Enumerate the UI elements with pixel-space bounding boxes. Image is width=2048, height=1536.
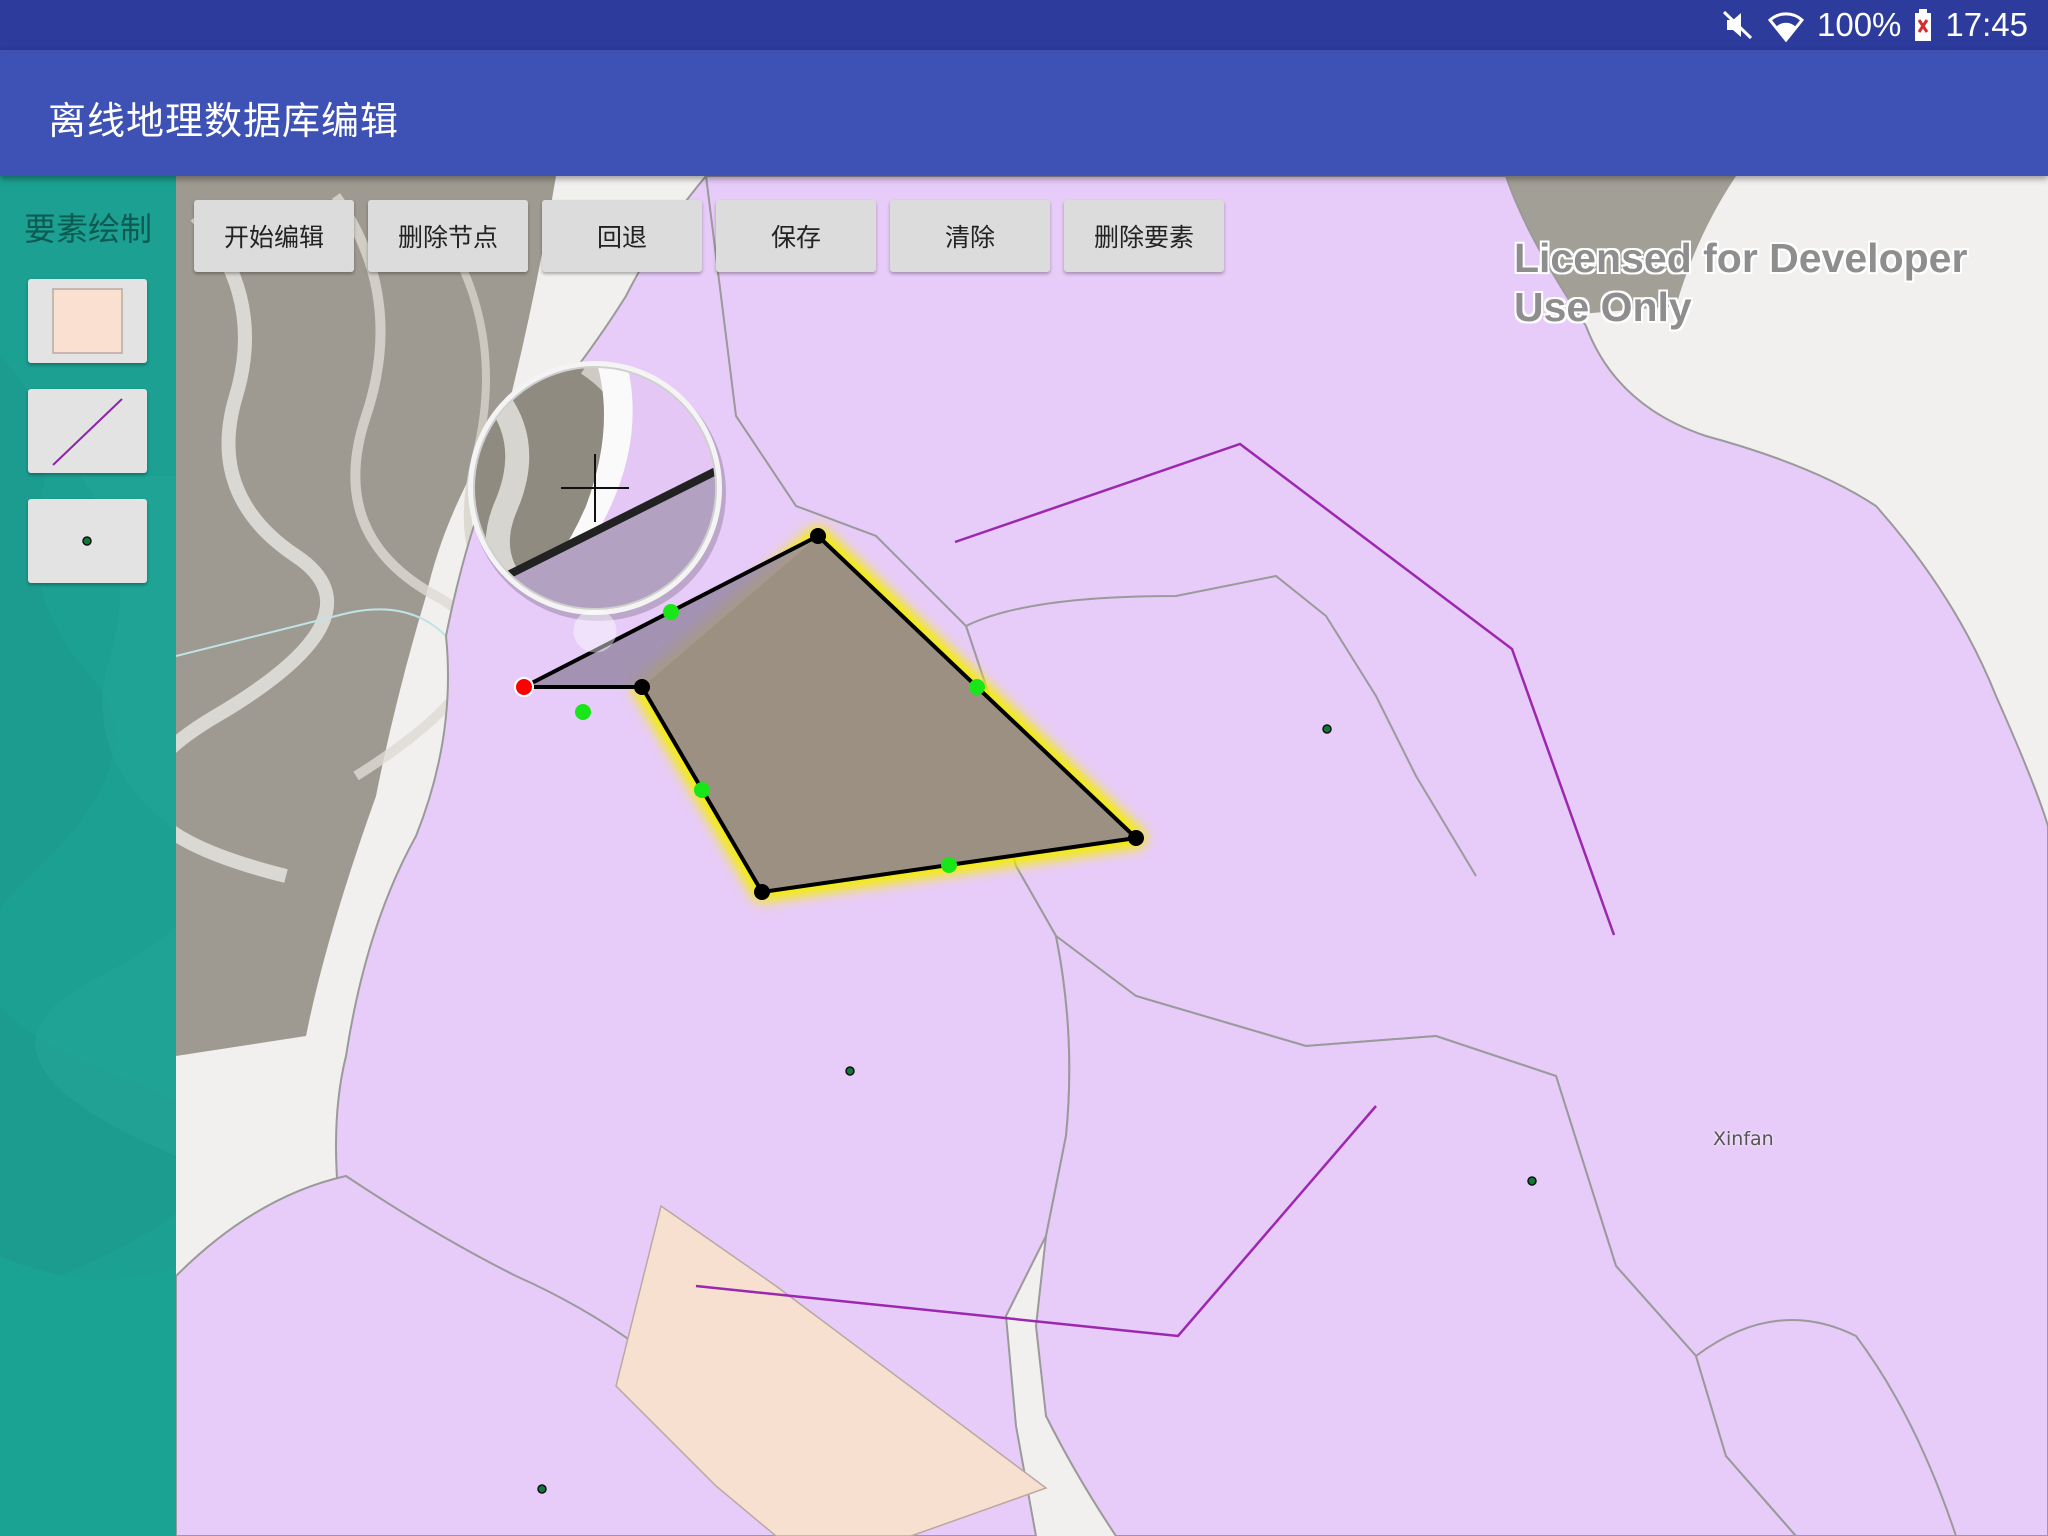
point-feature[interactable]: [845, 1066, 855, 1076]
polygon-icon: [52, 288, 123, 354]
edit-toolbar: 开始编辑 删除节点 回退 保存 清除 删除要素: [194, 200, 1224, 272]
polygon-tool-button[interactable]: [28, 279, 147, 363]
clear-button[interactable]: 清除: [890, 200, 1050, 272]
save-button[interactable]: 保存: [716, 200, 876, 272]
place-label: Xinfan: [1713, 1128, 1774, 1150]
selected-vertex[interactable]: [514, 677, 534, 697]
clock: 17:45: [1945, 6, 2028, 43]
undo-button[interactable]: 回退: [542, 200, 702, 272]
sketch-midpoint[interactable]: [663, 604, 679, 620]
status-bar: 100% 17:45: [0, 0, 2048, 50]
app-bar: 离线地理数据库编辑: [0, 50, 2048, 176]
map-view[interactable]: 开始编辑 删除节点 回退 保存 清除 删除要素 Licensed for Dev…: [176, 176, 2048, 1536]
battery-icon: [1913, 8, 1933, 42]
sketch-vertex[interactable]: [810, 528, 826, 544]
magnifier-handle: [573, 609, 617, 653]
point-feature[interactable]: [537, 1484, 547, 1494]
license-watermark: Licensed for Developer Use Only: [1514, 234, 1967, 332]
map-canvas[interactable]: [176, 176, 2048, 1536]
panel-title: 要素绘制: [23, 210, 152, 248]
wifi-icon: [1767, 8, 1805, 42]
sketch-vertex[interactable]: [754, 884, 770, 900]
sketch-midpoint[interactable]: [694, 782, 710, 798]
start-edit-button[interactable]: 开始编辑: [194, 200, 354, 272]
sketch-vertex[interactable]: [1128, 830, 1144, 846]
point-icon: [82, 536, 92, 546]
sketch-vertex[interactable]: [634, 679, 650, 695]
status-icons: 100% 17:45: [1721, 0, 2028, 50]
line-tool-button[interactable]: [28, 389, 147, 473]
sketch-midpoint[interactable]: [941, 857, 957, 873]
watermark-line: Use Only: [1514, 284, 1692, 330]
watermark-line: Licensed for Developer: [1514, 235, 1968, 281]
mute-icon: [1721, 8, 1755, 42]
point-feature[interactable]: [1322, 724, 1332, 734]
app-title: 离线地理数据库编辑: [48, 99, 400, 143]
sketch-midpoint[interactable]: [575, 704, 591, 720]
delete-vertex-button[interactable]: 删除节点: [368, 200, 528, 272]
panel-texture: [0, 356, 176, 1536]
sketch-midpoint[interactable]: [969, 679, 985, 695]
point-feature[interactable]: [1527, 1176, 1537, 1186]
point-tool-button[interactable]: [28, 499, 147, 583]
line-icon: [52, 398, 123, 466]
delete-feature-button[interactable]: 删除要素: [1064, 200, 1224, 272]
battery-percent: 100%: [1817, 6, 1902, 43]
feature-draw-panel: 要素绘制: [0, 176, 176, 1536]
